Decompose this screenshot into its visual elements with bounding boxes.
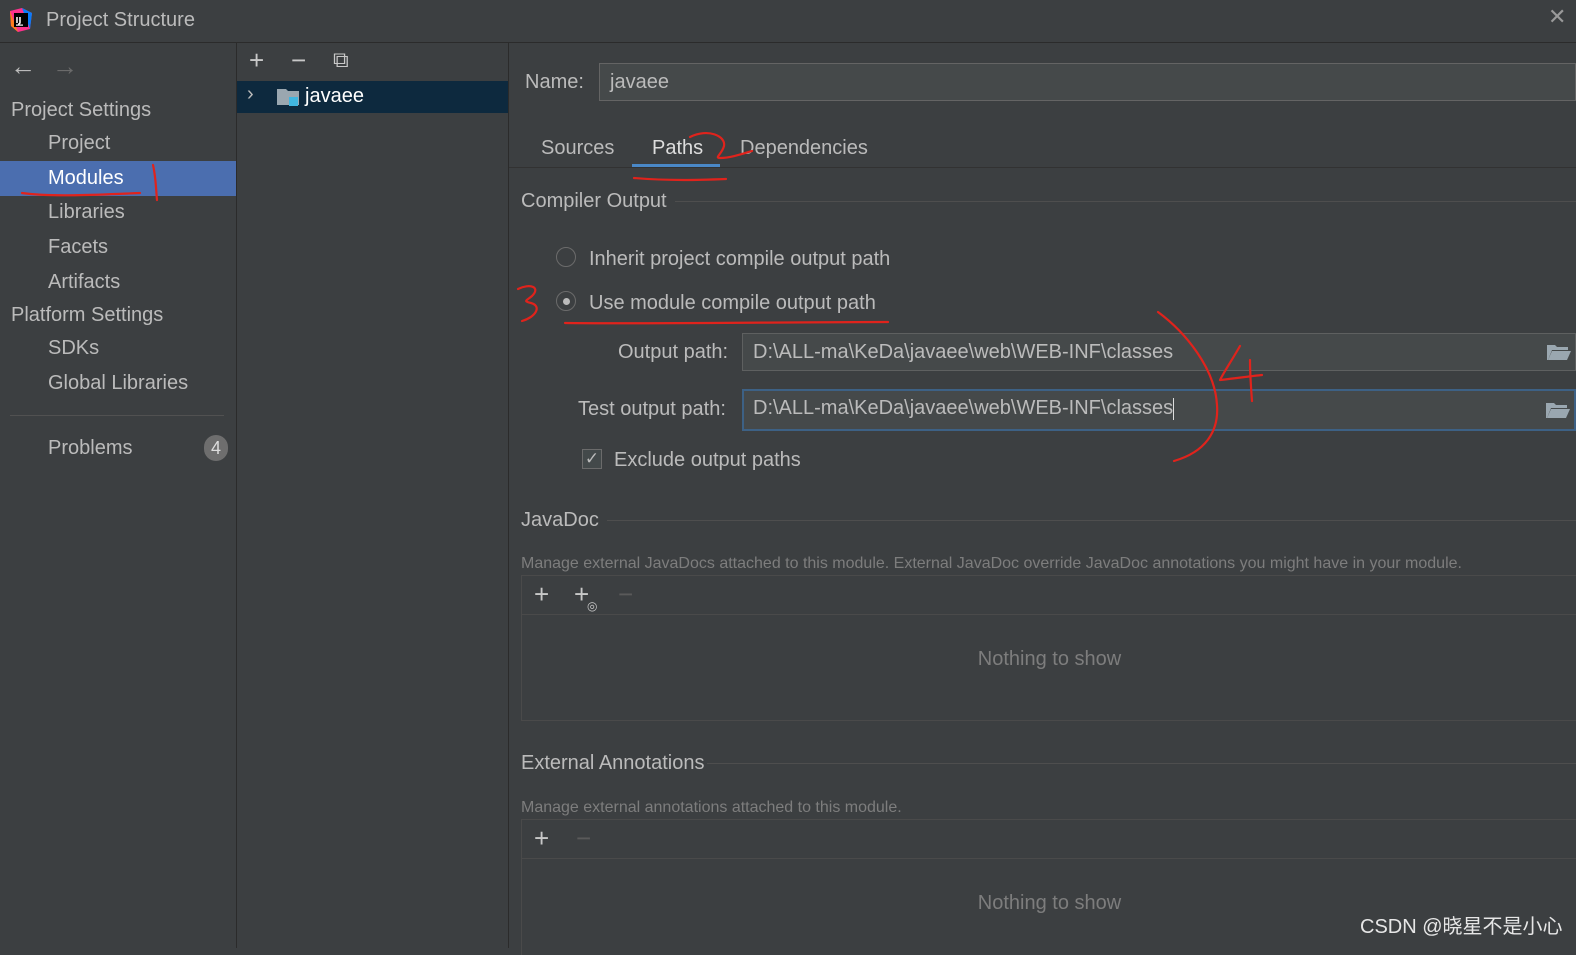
javadoc-list: + + ◎ − Nothing to show bbox=[521, 575, 1576, 721]
output-path-value: D:\ALL-ma\KeDa\javaee\web\WEB-INF\classe… bbox=[753, 341, 1174, 363]
svg-text:IJ: IJ bbox=[16, 16, 22, 25]
add-javadoc-url-icon[interactable]: + ◎ bbox=[574, 580, 597, 613]
compiler-output-title: Compiler Output bbox=[521, 190, 667, 212]
sidebar-item-problems[interactable]: Problems bbox=[0, 431, 236, 466]
add-javadoc-icon[interactable]: + bbox=[534, 580, 549, 608]
chevron-right-icon[interactable]: › bbox=[247, 83, 254, 106]
settings-sidebar: ← → Project Settings Project Modules Lib… bbox=[0, 43, 237, 948]
annotations-toolbar: + − bbox=[522, 820, 1576, 859]
browse-folder-icon[interactable] bbox=[1546, 401, 1570, 419]
javadoc-description: Manage external JavaDocs attached to thi… bbox=[521, 555, 1462, 572]
add-icon[interactable]: + bbox=[249, 47, 264, 73]
sidebar-item-project[interactable]: Project bbox=[0, 126, 236, 161]
csdn-watermark: CSDN @晓星不是小心 bbox=[1360, 916, 1563, 938]
annotations-description: Manage external annotations attached to … bbox=[521, 799, 902, 816]
test-output-path-label: Test output path: bbox=[578, 398, 726, 420]
name-label: Name: bbox=[525, 71, 584, 93]
tabs-divider bbox=[509, 167, 1576, 168]
close-icon[interactable]: ✕ bbox=[1548, 4, 1566, 30]
tree-row-module[interactable]: › javaee bbox=[237, 81, 508, 113]
add-annotation-icon[interactable]: + bbox=[534, 824, 549, 852]
module-name-label: javaee bbox=[305, 85, 364, 107]
exclude-output-label[interactable]: Exclude output paths bbox=[614, 449, 801, 472]
use-module-output-radio[interactable] bbox=[556, 291, 576, 311]
use-module-output-label[interactable]: Use module compile output path bbox=[589, 292, 876, 315]
title-bar: IJ Project Structure ✕ bbox=[0, 0, 1576, 43]
problems-count-badge: 4 bbox=[204, 435, 228, 461]
browse-folder-icon[interactable] bbox=[1547, 343, 1571, 361]
section-platform-settings: Platform Settings bbox=[11, 304, 164, 326]
intellij-logo-icon: IJ bbox=[10, 8, 32, 32]
copy-icon[interactable]: ⧉ bbox=[333, 47, 349, 73]
group-separator bbox=[707, 763, 1576, 764]
test-output-path-input[interactable]: D:\ALL-ma\KeDa\javaee\web\WEB-INF\classe… bbox=[742, 389, 1576, 431]
sidebar-item-sdks[interactable]: SDKs bbox=[0, 331, 236, 366]
back-arrow-icon[interactable]: ← bbox=[10, 51, 36, 82]
remove-icon[interactable]: − bbox=[291, 47, 306, 73]
output-path-label: Output path: bbox=[618, 341, 729, 363]
module-settings-panel: Name: javaee Sources Paths Dependencies … bbox=[509, 43, 1576, 955]
sidebar-item-artifacts[interactable]: Artifacts bbox=[0, 265, 236, 300]
inherit-output-label[interactable]: Inherit project compile output path bbox=[589, 248, 890, 271]
tab-dependencies[interactable]: Dependencies bbox=[740, 137, 868, 160]
module-folder-icon bbox=[277, 89, 299, 106]
remove-javadoc-icon[interactable]: − bbox=[618, 580, 633, 608]
tab-sources[interactable]: Sources bbox=[541, 137, 614, 160]
group-separator bbox=[675, 201, 1576, 202]
test-output-path-value: D:\ALL-ma\KeDa\javaee\web\WEB-INF\classe… bbox=[753, 397, 1174, 419]
inherit-output-radio[interactable] bbox=[556, 247, 576, 267]
sidebar-divider bbox=[10, 415, 224, 416]
sidebar-item-global-libraries[interactable]: Global Libraries bbox=[0, 366, 236, 401]
javadoc-empty-text: Nothing to show bbox=[977, 648, 1122, 670]
module-tree-panel: + − ⧉ › javaee bbox=[237, 43, 509, 948]
globe-icon: ◎ bbox=[587, 599, 598, 613]
output-path-input[interactable]: D:\ALL-ma\KeDa\javaee\web\WEB-INF\classe… bbox=[742, 333, 1576, 371]
group-separator bbox=[607, 520, 1576, 521]
sidebar-item-libraries[interactable]: Libraries bbox=[0, 195, 236, 230]
module-name-input[interactable]: javaee bbox=[599, 63, 1576, 101]
tab-paths[interactable]: Paths bbox=[652, 137, 703, 160]
section-project-settings: Project Settings bbox=[11, 99, 152, 121]
sidebar-item-modules[interactable]: Modules bbox=[0, 161, 236, 196]
remove-annotation-icon[interactable]: − bbox=[576, 824, 591, 852]
window-title: Project Structure bbox=[46, 9, 195, 31]
exclude-output-checkbox[interactable]: ✓ bbox=[582, 449, 602, 469]
sidebar-item-facets[interactable]: Facets bbox=[0, 230, 236, 265]
external-annotations-title: External Annotations bbox=[521, 752, 705, 774]
javadoc-title: JavaDoc bbox=[521, 509, 599, 531]
javadoc-toolbar: + + ◎ − bbox=[522, 576, 1576, 615]
text-cursor bbox=[1173, 397, 1175, 420]
forward-arrow-icon[interactable]: → bbox=[52, 51, 78, 82]
